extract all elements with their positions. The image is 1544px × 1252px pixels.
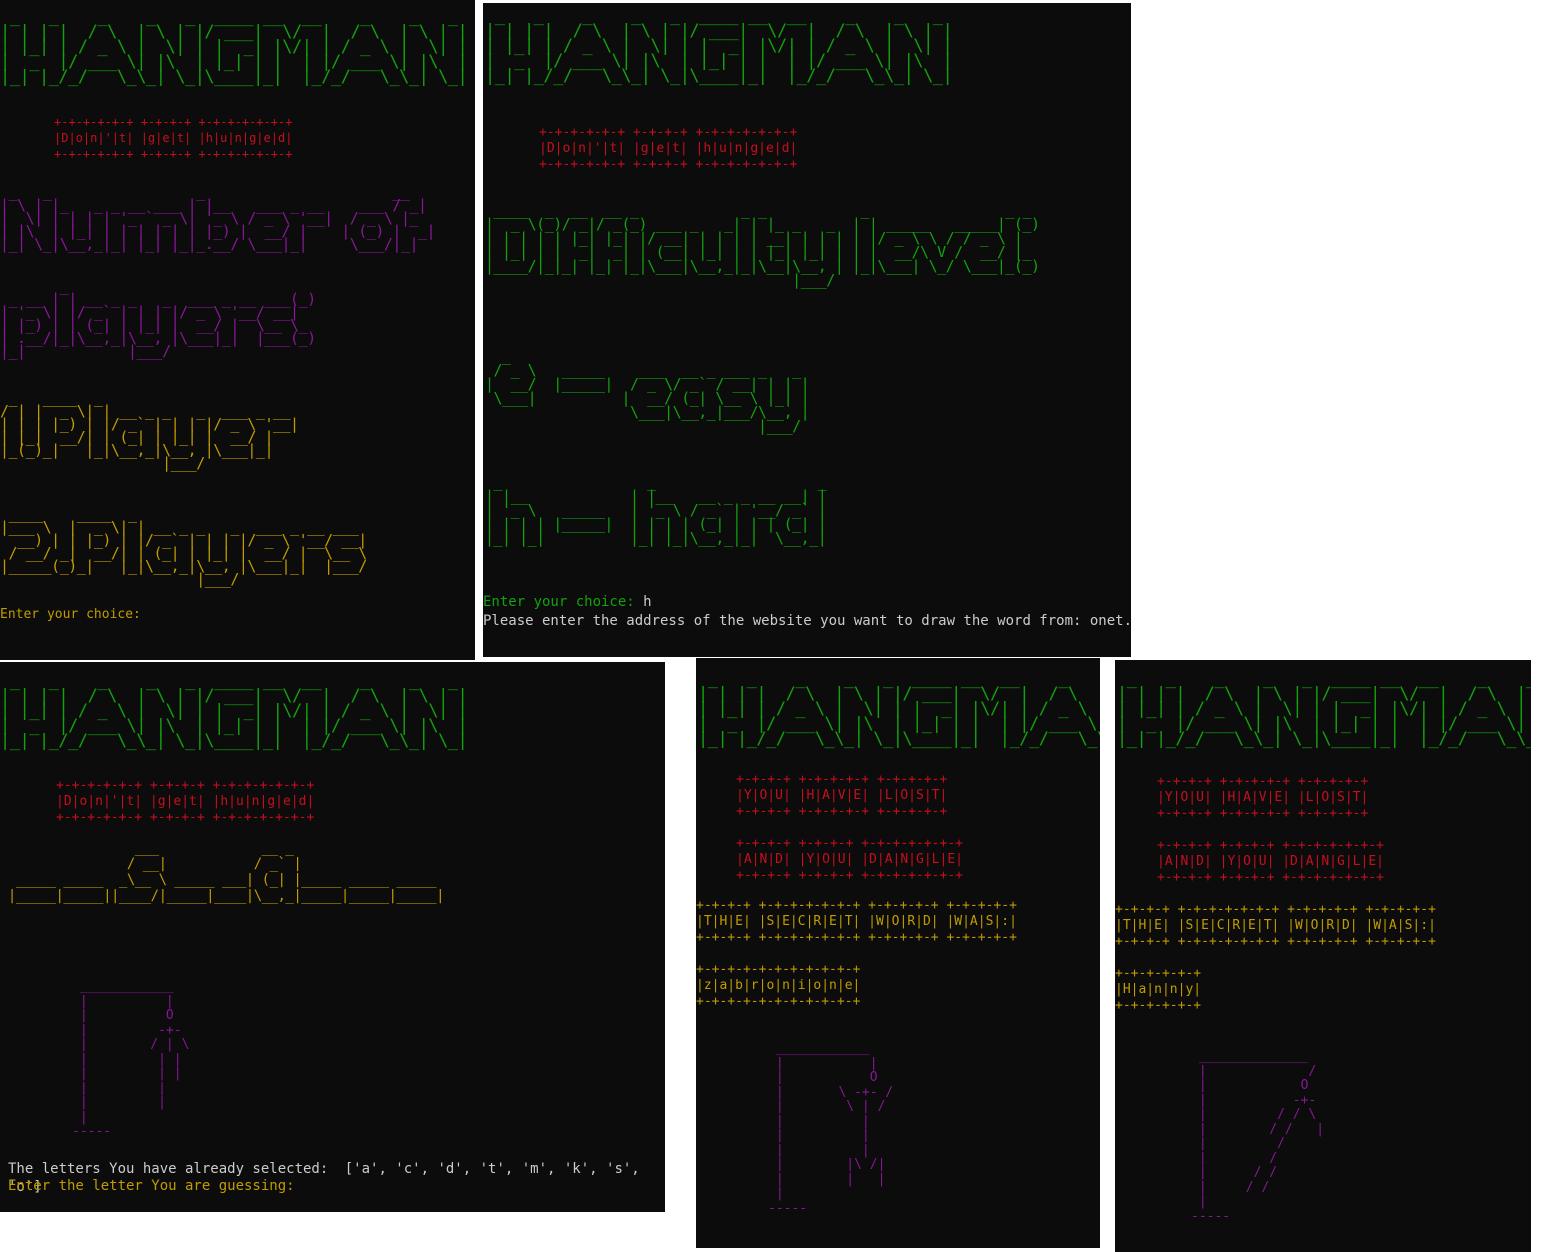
guess-prompt[interactable]: Enter the letter You are guessing: (8, 1177, 295, 1195)
dont-get-hunged-banner: +-+-+-+-+-+ +-+-+-+ +-+-+-+-+-+-+ |D|o|n… (54, 115, 293, 161)
hangman-title: _ _ _ _ _ ____ __ __ _ _ _ | | | | / \ |… (0, 671, 468, 751)
choice-prompt: Enter your choice: (483, 594, 635, 610)
secret-word: +-+-+-+-+-+ |H|a|n|n|y| +-+-+-+-+-+ (1115, 966, 1202, 1013)
hangman-title: _ _ _ _ _ ____ __ __ _ _ _ | | | | / \ |… (485, 6, 953, 86)
easy-option: _ / _ \ _____ ___ __ _ ___ _ _ | __/ |__… (485, 347, 810, 435)
and-you-dangle-banner: +-+-+-+ +-+-+-+ +-+-+-+-+-+-+ |A|N|D| |Y… (736, 836, 963, 883)
hangman-title: _ _ _ _ _ ____ __ __ _ _ _ | | | | / \ |… (698, 669, 1100, 749)
two-players-option: ____ ____ _ |___ \ | _ \| | __ _ _ _ ___… (0, 505, 367, 588)
secret-word-was-banner: +-+-+-+ +-+-+-+-+-+-+ +-+-+-+-+ +-+-+-+-… (1115, 902, 1436, 949)
choice-prompt[interactable]: Enter your choice: (0, 606, 141, 624)
selected-letters-label: The letters You have already selected: (8, 1161, 329, 1177)
terminal-guessing: _ _ _ _ _ ____ __ __ _ _ _ | | | | / \ |… (0, 662, 665, 1212)
gallows-drawing: ______________ | / | O | -+- | / / \ | /… (1191, 1049, 1325, 1224)
gallows-drawing: ____________ | | | O | -+- | / | \ | | |… (72, 979, 190, 1139)
website-prompt[interactable]: Please enter the address of the website … (483, 612, 1131, 630)
secret-word: +-+-+-+-+-+-+-+-+-+-+ |z|a|b|r|o|n|i|o|n… (696, 962, 861, 1009)
hangman-title: _ _ _ _ _ ____ __ __ _ _ _ | | | | / \ |… (1117, 669, 1531, 749)
you-have-lost-banner: +-+-+-+ +-+-+-+-+ +-+-+-+-+ |Y|O|U| |H|A… (736, 772, 948, 819)
number-of-heading: _ _ _ __ | \ | |_ _ _ __ ___ | |__ ___ _… (0, 183, 436, 253)
one-player-option: _ ____ _ / | | _ \| | __ _ _ _ ___ _ __ … (0, 389, 299, 472)
terminal-lost-1: _ _ _ _ _ ____ __ __ _ _ _ | | | | / \ |… (696, 658, 1100, 1248)
secret-word-was-banner: +-+-+-+ +-+-+-+-+-+-+ +-+-+-+-+ +-+-+-+-… (696, 898, 1017, 945)
terminal-difficulty-menu: _ _ _ _ _ ____ __ __ _ _ _ | | | | / \ |… (483, 3, 1131, 657)
and-you-dangle-banner: +-+-+-+ +-+-+-+ +-+-+-+-+-+-+ |A|N|D| |Y… (1157, 838, 1384, 885)
difficulty-level-heading: ____ _ __ __ _ _ _ _ _ _ | _ \(_)/ _|/ _… (485, 201, 1040, 289)
gallows-drawing: ____________ | | | O | \ -+- / | \ | / |… (768, 1041, 894, 1216)
hangman-title: _ _ _ _ _ ____ __ __ _ _ _ | | | | / \ |… (0, 7, 468, 87)
terminal-players-menu: _ _ _ _ _ ____ __ __ _ _ _ | | | | / \ |… (0, 0, 475, 660)
terminal-lost-2: _ _ _ _ _ ____ __ __ _ _ _ | | | | / \ |… (1115, 660, 1531, 1252)
choice-input[interactable]: h (643, 594, 651, 610)
players-heading: _ _ __ | | __ _ _ _ ___ _ __ ___(_) | '_… (0, 277, 316, 360)
you-have-lost-banner: +-+-+-+ +-+-+-+-+ +-+-+-+-+ |Y|O|U| |H|A… (1157, 774, 1369, 821)
word-progress: ___ __ _ / __| / _` | _____ _____ _\__ \… (7, 840, 445, 904)
choice-line: Enter your choice: h (483, 593, 652, 611)
dont-get-hunged-banner: +-+-+-+-+-+ +-+-+-+ +-+-+-+-+-+-+ |D|o|n… (539, 125, 798, 172)
dont-get-hunged-banner: +-+-+-+-+-+ +-+-+-+ +-+-+-+-+-+-+ |D|o|n… (56, 778, 315, 825)
hard-option: _ _ _ | |__ | |__ __ _ _ __ __| | | '_ \… (485, 473, 827, 547)
